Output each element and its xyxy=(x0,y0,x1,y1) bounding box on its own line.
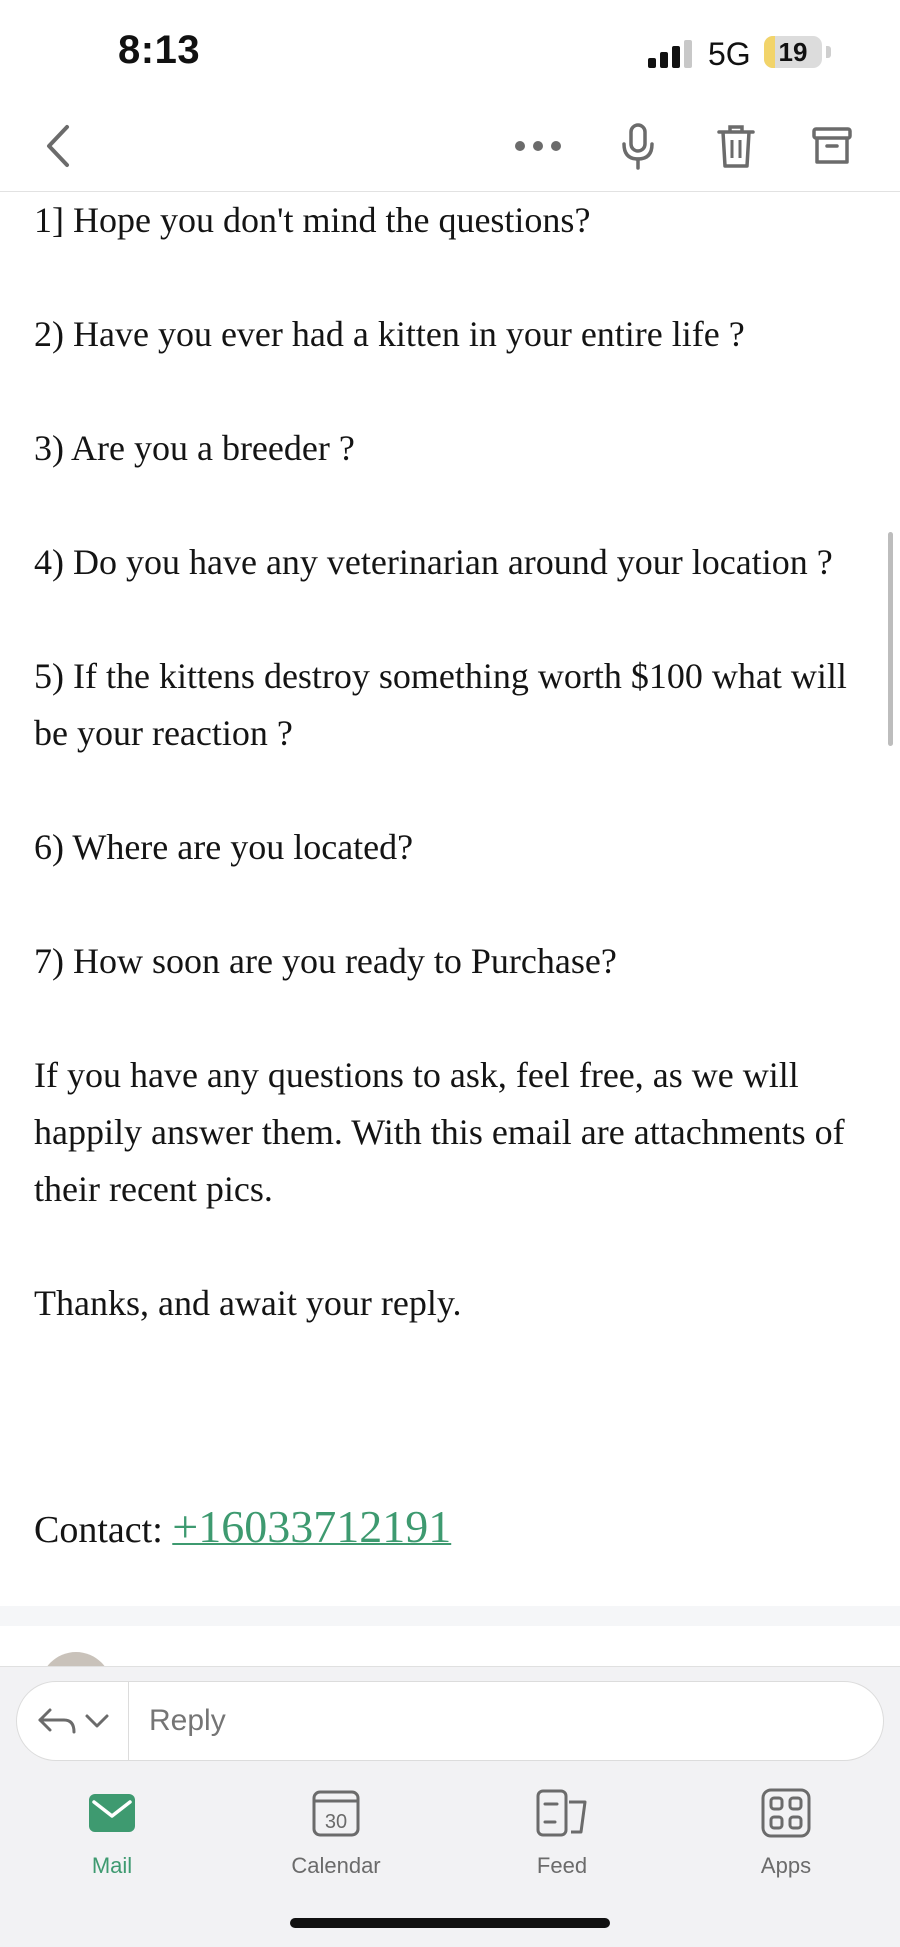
tab-label: Apps xyxy=(760,1853,812,1878)
tab-label: Calendar xyxy=(291,1853,381,1878)
archive-icon[interactable] xyxy=(804,118,860,174)
reply-arrow-icon xyxy=(38,1708,75,1734)
contact-label: Contact: xyxy=(34,1509,163,1551)
more-icon[interactable] xyxy=(510,118,566,174)
network-type: 5G xyxy=(708,36,751,72)
email-body: 1] Hope you don't mind the questions? 2)… xyxy=(34,192,874,1332)
calendar-day: 30 xyxy=(325,1811,347,1833)
status-time: 8:13 xyxy=(118,28,201,72)
tab-apps[interactable]: Apps xyxy=(696,1783,876,1879)
reply-input[interactable] xyxy=(149,1682,849,1760)
tab-calendar[interactable]: 30 Calendar xyxy=(246,1783,426,1879)
chevron-down-icon xyxy=(85,1714,108,1728)
mail-icon xyxy=(89,1794,135,1832)
email-line: 7) How soon are you ready to Purchase? xyxy=(34,941,617,981)
reply-options-button[interactable] xyxy=(17,1682,129,1760)
email-line: 3) Are you a breeder ? xyxy=(34,428,355,468)
home-indicator[interactable] xyxy=(290,1918,610,1928)
trash-icon[interactable] xyxy=(708,118,764,174)
status-bar: 8:13 5G 19 xyxy=(0,0,900,100)
contact-phone-link[interactable]: +16033712191 xyxy=(172,1501,451,1552)
bottom-panel: Mail 30 Calendar Feed xyxy=(0,1666,900,1947)
back-chevron-icon[interactable] xyxy=(30,118,86,174)
reply-bar xyxy=(16,1681,884,1761)
email-line: 4) Do you have any veterinarian around y… xyxy=(34,542,833,582)
apps-icon xyxy=(761,1788,811,1838)
tab-feed[interactable]: Feed xyxy=(472,1783,652,1879)
tab-bar: Mail 30 Calendar Feed Apps xyxy=(0,1783,900,1903)
feed-icon xyxy=(536,1789,587,1837)
battery-icon: 19 xyxy=(764,36,822,68)
tab-mail[interactable]: Mail xyxy=(22,1783,202,1879)
email-line: If you have any questions to ask, feel f… xyxy=(34,1055,845,1209)
email-toolbar xyxy=(0,100,900,192)
calendar-icon: 30 xyxy=(312,1790,360,1837)
battery-tip xyxy=(826,46,831,58)
email-line: 5) If the kittens destroy something wort… xyxy=(34,656,847,753)
tab-label: Mail xyxy=(91,1853,133,1878)
tab-label: Feed xyxy=(536,1853,588,1878)
microphone-icon[interactable] xyxy=(610,118,666,174)
email-line: 6) Where are you located? xyxy=(34,827,414,867)
email-line: 1] Hope you don't mind the questions? xyxy=(34,200,591,240)
battery-level: 19 xyxy=(778,37,808,67)
scrollbar[interactable] xyxy=(888,532,893,746)
email-line: 2) Have you ever had a kitten in your en… xyxy=(34,314,745,354)
message-separator xyxy=(0,1606,900,1626)
email-line: Thanks, and await your reply. xyxy=(34,1283,462,1323)
signal-icon xyxy=(648,40,692,68)
contact-line: Contact: +16033712191 xyxy=(34,1500,451,1553)
